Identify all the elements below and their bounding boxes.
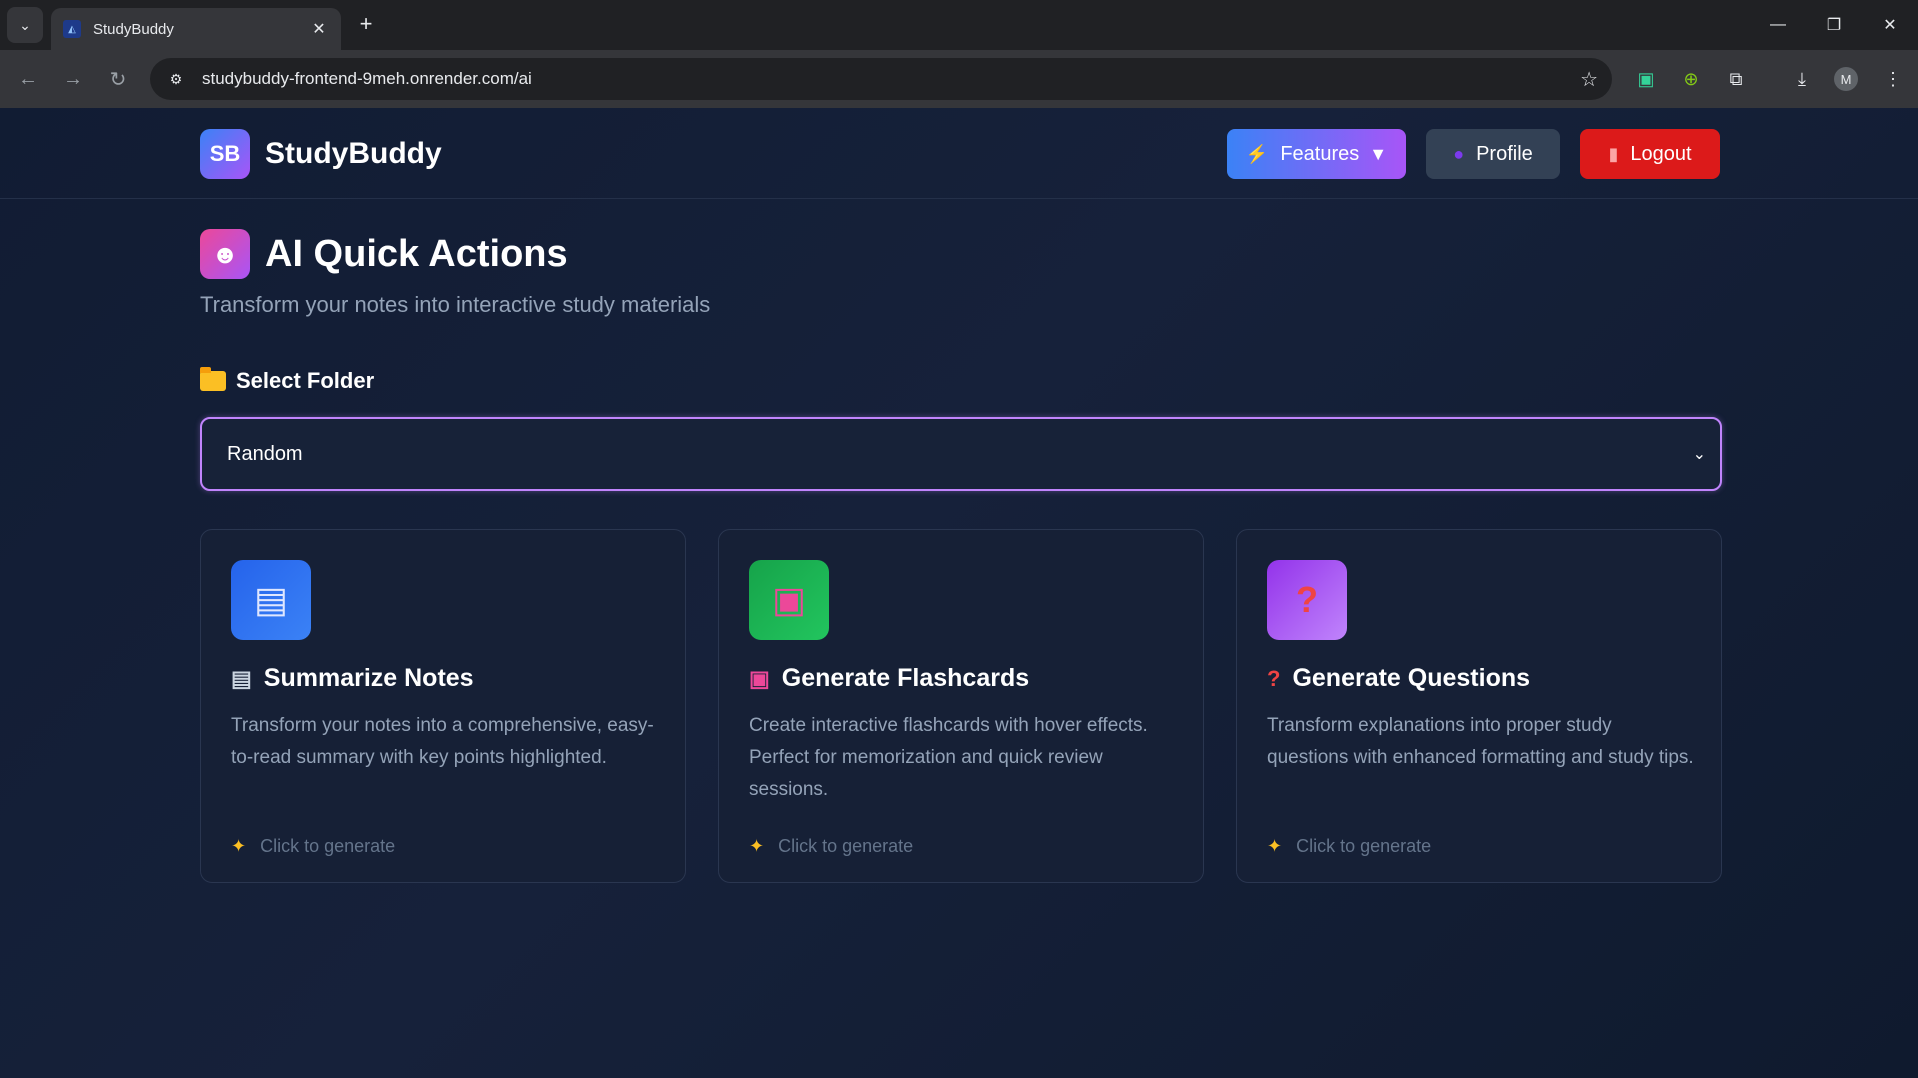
door-icon: ▮ — [1608, 143, 1619, 164]
card-description: Transform your notes into a comprehensiv… — [231, 715, 654, 768]
card-cta-text: Click to generate — [778, 836, 914, 856]
brand-name: StudyBuddy — [265, 137, 442, 170]
sparkle-icon: ✦ — [1267, 836, 1283, 856]
flashcard-small-icon: ▣ — [749, 665, 770, 691]
sparkle-icon: ✦ — [749, 836, 765, 856]
browser-menu-icon[interactable]: ⋮ — [1878, 64, 1908, 94]
tab-search-button[interactable]: ⌄ — [7, 7, 43, 43]
card-title-text: Summarize Notes — [263, 664, 474, 692]
card-title-text: Generate Flashcards — [781, 664, 1030, 692]
folder-select[interactable]: Random ⌄ — [200, 417, 1722, 491]
folder-label: Select Folder — [200, 367, 375, 394]
favicon-icon: ◭ — [63, 20, 81, 38]
extension-plus-icon[interactable]: ⊕ — [1676, 64, 1706, 94]
question-small-icon: ? — [1267, 665, 1281, 691]
flashcard-icon: ▣ — [749, 560, 829, 640]
folder-select-value: Random — [227, 442, 303, 465]
profile-button[interactable]: ● Profile — [1426, 129, 1560, 179]
folder-icon — [200, 367, 226, 391]
page-subtitle: Transform your notes into interactive st… — [200, 292, 711, 317]
browser-tab[interactable]: ◭ StudyBuddy ✕ — [51, 8, 341, 50]
new-tab-button[interactable]: + — [354, 11, 378, 36]
app-root: SB StudyBuddy ⚡ Features ▼ ● Profile ▮ L… — [0, 108, 1918, 1078]
question-icon: ? — [1267, 560, 1347, 640]
user-icon: ● — [1453, 143, 1465, 164]
site-info-icon[interactable]: ⚙ — [164, 67, 188, 91]
download-icon[interactable]: ⤓ — [1787, 64, 1817, 94]
logo-icon: SB — [200, 129, 250, 179]
page-title-row: ☻ AI Quick Actions — [200, 229, 568, 279]
card-description: Transform explanations into proper study… — [1267, 715, 1694, 768]
extensions-puzzle-icon[interactable]: ⧉ — [1721, 64, 1751, 94]
close-tab-icon[interactable]: ✕ — [309, 19, 329, 39]
browser-toolbar: ← → ↻ ⚙ studybuddy-frontend-9meh.onrende… — [0, 50, 1918, 108]
bookmark-star-icon[interactable]: ☆ — [1580, 67, 1598, 92]
browser-profile-avatar[interactable]: M — [1834, 67, 1858, 91]
card-title: ▤ Summarize Notes — [231, 664, 474, 693]
card-title: ▣ Generate Flashcards — [749, 664, 1029, 693]
forward-icon[interactable]: → — [58, 64, 88, 94]
document-small-icon: ▤ — [231, 665, 252, 691]
tab-title: StudyBuddy — [93, 20, 174, 38]
features-button[interactable]: ⚡ Features ▼ — [1227, 129, 1406, 179]
restore-icon[interactable]: ❐ — [1806, 0, 1862, 50]
caret-down-icon: ▼ — [1369, 143, 1388, 164]
chevron-down-icon: ⌄ — [1692, 446, 1706, 463]
reload-icon[interactable]: ↻ — [103, 64, 133, 94]
browser-tabbar: ⌄ ◭ StudyBuddy ✕ + — ❐ ✕ — [0, 0, 1918, 50]
app-header: SB StudyBuddy ⚡ Features ▼ ● Profile ▮ L… — [0, 108, 1918, 199]
card-title-text: Generate Questions — [1292, 664, 1531, 692]
card-cta[interactable]: ✦ Click to generate — [1267, 836, 1431, 857]
close-window-icon[interactable]: ✕ — [1862, 0, 1918, 50]
lightning-icon: ⚡ — [1245, 143, 1269, 164]
card-cta[interactable]: ✦ Click to generate — [231, 836, 395, 857]
generate-questions-card[interactable]: ? ? Generate Questions Transform explana… — [1236, 529, 1722, 883]
card-title: ? Generate Questions — [1267, 664, 1530, 693]
action-cards: ▤ ▤ Summarize Notes Transform your notes… — [200, 529, 1722, 883]
url-text[interactable]: studybuddy-frontend-9meh.onrender.com/ai — [202, 69, 1580, 89]
logout-label: Logout — [1630, 142, 1692, 165]
card-description: Create interactive flashcards with hover… — [749, 715, 1148, 800]
card-cta[interactable]: ✦ Click to generate — [749, 836, 913, 857]
minimize-icon[interactable]: — — [1750, 0, 1806, 50]
back-icon[interactable]: ← — [13, 64, 43, 94]
summarize-notes-card[interactable]: ▤ ▤ Summarize Notes Transform your notes… — [200, 529, 686, 883]
card-cta-text: Click to generate — [1296, 836, 1432, 856]
generate-flashcards-card[interactable]: ▣ ▣ Generate Flashcards Create interacti… — [718, 529, 1204, 883]
robot-icon: ☻ — [200, 229, 250, 279]
address-bar[interactable]: ⚙ studybuddy-frontend-9meh.onrender.com/… — [150, 58, 1612, 100]
folder-label-text: Select Folder — [236, 368, 375, 393]
page-title: AI Quick Actions — [265, 232, 568, 275]
document-icon: ▤ — [231, 560, 311, 640]
features-label: Features — [1280, 142, 1360, 165]
card-cta-text: Click to generate — [260, 836, 396, 856]
sparkle-icon: ✦ — [231, 836, 247, 856]
logout-button[interactable]: ▮ Logout — [1580, 129, 1720, 179]
profile-label: Profile — [1476, 142, 1533, 165]
brand[interactable]: SB StudyBuddy — [200, 129, 442, 179]
extension-icon[interactable]: ▣ — [1631, 64, 1661, 94]
